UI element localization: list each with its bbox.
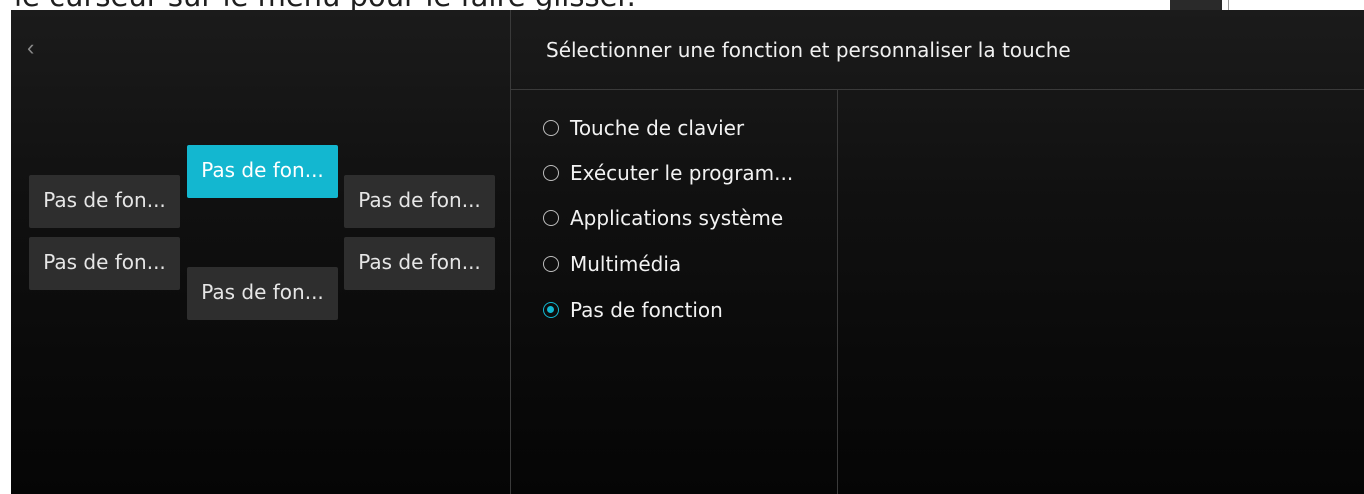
radio-icon[interactable] (543, 210, 559, 226)
chevron-left-icon[interactable]: ‹ (27, 37, 43, 59)
function-panel-header: Sélectionner une fonction et personnalis… (511, 10, 1364, 90)
key-button-right-lower[interactable]: Pas de fon... (344, 237, 495, 290)
page-caption: le curseur sur le menu pour le faire gli… (14, 0, 636, 11)
radio-icon[interactable] (543, 165, 559, 181)
key-button-bottom[interactable]: Pas de fon... (187, 267, 338, 320)
option-multimedia[interactable]: Multimédia (543, 249, 681, 279)
key-button-left-lower[interactable]: Pas de fon... (29, 237, 180, 290)
option-label: Touche de clavier (570, 116, 745, 140)
radio-icon[interactable] (543, 120, 559, 136)
top-divider (1228, 0, 1229, 10)
option-label: Multimédia (570, 252, 682, 276)
key-button-left-upper[interactable]: Pas de fon... (29, 175, 180, 228)
radio-checked-icon[interactable] (543, 302, 559, 318)
options-divider (837, 90, 838, 494)
top-strip (1170, 0, 1222, 10)
option-keyboard-key[interactable]: Touche de clavier (543, 113, 744, 143)
radio-icon[interactable] (543, 256, 559, 272)
option-label: Exécuter le program... (570, 161, 794, 185)
option-system-apps[interactable]: Applications système (543, 203, 783, 233)
option-label: Applications système (570, 206, 784, 230)
option-label: Pas de fonction (570, 298, 723, 322)
key-button-right-upper[interactable]: Pas de fon... (344, 175, 495, 228)
option-no-function[interactable]: Pas de fonction (543, 295, 723, 325)
key-button-top[interactable]: Pas de fon... (187, 145, 338, 198)
function-panel-title: Sélectionner une fonction et personnalis… (546, 38, 1071, 62)
option-run-program[interactable]: Exécuter le program... (543, 158, 793, 188)
settings-window: ‹ Pas de fon... Pas de fon... Pas de fon… (11, 10, 1364, 494)
